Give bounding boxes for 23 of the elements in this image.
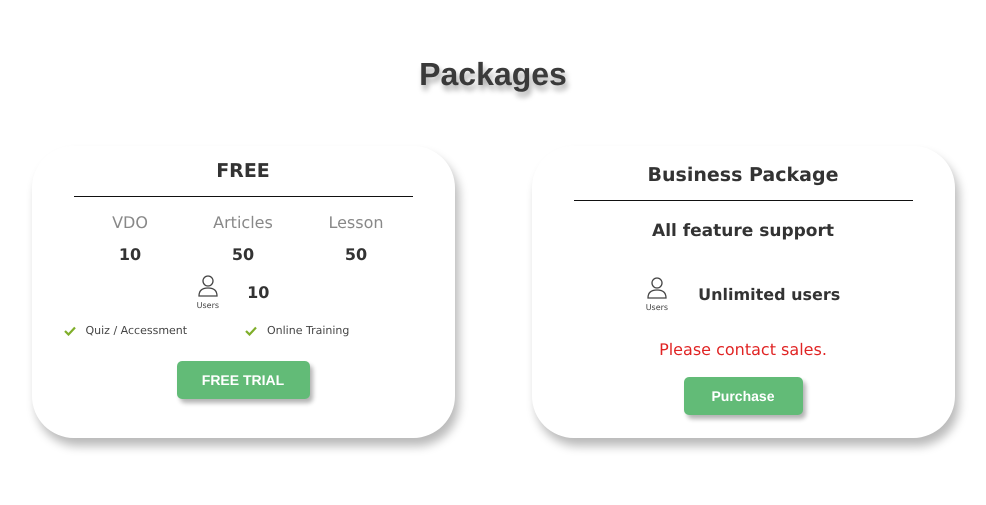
package-button[interactable]: FREE TRIAL bbox=[176, 361, 310, 399]
user-icon bbox=[646, 277, 667, 299]
check-icon bbox=[64, 326, 76, 336]
stat-value: 50 bbox=[232, 244, 254, 266]
package-title: Business Package bbox=[648, 163, 838, 188]
stat-label: Articles bbox=[213, 212, 273, 234]
stat-value: 50 bbox=[344, 244, 368, 266]
feature-text: Online Training bbox=[267, 324, 350, 337]
stat-label: Lesson bbox=[328, 212, 384, 234]
user-icon bbox=[198, 275, 218, 297]
users-count: Unlimited users bbox=[698, 285, 840, 304]
users-label: Users bbox=[646, 303, 668, 312]
feature-text: Quiz / Accessment bbox=[86, 324, 188, 337]
package-subtitle: All feature support bbox=[652, 221, 834, 241]
contact-note: Please contact sales. bbox=[659, 340, 827, 359]
package-title: FREE bbox=[216, 159, 270, 184]
check-icon bbox=[245, 326, 257, 336]
package-button[interactable]: Purchase bbox=[684, 377, 802, 415]
stat-label: VDO bbox=[112, 212, 148, 234]
page-title: Packages bbox=[419, 55, 567, 94]
stat-value: 10 bbox=[118, 244, 142, 266]
users-label: Users bbox=[196, 301, 220, 310]
users-count: 10 bbox=[247, 283, 270, 302]
